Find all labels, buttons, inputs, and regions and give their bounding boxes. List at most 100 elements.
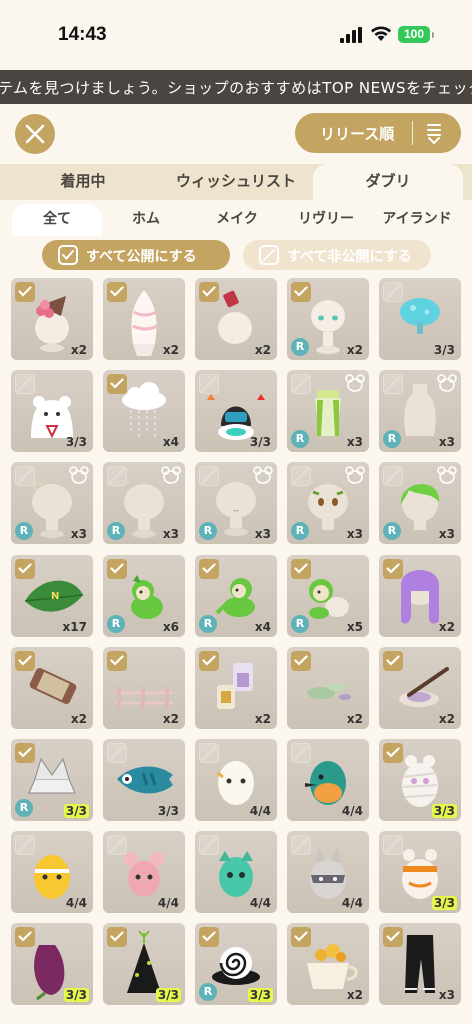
item-tile-egg-pink[interactable]: 4/4 (103, 831, 185, 913)
checkbox-checked-icon[interactable] (107, 374, 127, 394)
checkbox-checked-icon[interactable] (15, 559, 35, 579)
checkbox-empty-icon[interactable] (291, 374, 311, 394)
checkbox-empty-icon[interactable] (107, 743, 127, 763)
signal-icon (340, 27, 362, 43)
checkbox-empty-icon[interactable] (291, 466, 311, 486)
checkbox-checked-icon[interactable] (15, 282, 35, 302)
checkbox-checked-icon[interactable] (199, 927, 219, 947)
checkbox-empty-icon[interactable] (15, 374, 35, 394)
item-tile-fence[interactable]: x2 (103, 647, 185, 729)
item-tile-green-pet-3[interactable]: Rx5 (287, 555, 369, 637)
item-tile-purple-hair[interactable]: x2 (379, 555, 461, 637)
item-tile-soft-serve[interactable]: x2 (103, 278, 185, 360)
item-tile-flower-cup[interactable]: x2 (287, 923, 369, 1005)
checkbox-checked-icon[interactable] (107, 559, 127, 579)
item-tile-head-4[interactable]: Rx3 (287, 462, 369, 544)
subtab-makeup[interactable]: メイク (194, 204, 280, 236)
checkbox-empty-icon[interactable] (107, 466, 127, 486)
checkbox-checked-icon[interactable] (383, 743, 403, 763)
checkbox-empty-icon[interactable] (199, 466, 219, 486)
item-tile-egg-raccoon[interactable]: 4/4 (287, 831, 369, 913)
subtab-homu[interactable]: ホム (104, 204, 188, 236)
item-tile-green-stones[interactable]: x2 (287, 647, 369, 729)
item-tile-scroll[interactable]: x2 (11, 647, 93, 729)
checkbox-checked-icon[interactable] (383, 559, 403, 579)
item-tile-face-eyes[interactable]: Rx2 (287, 278, 369, 360)
checkbox-checked-icon[interactable] (383, 927, 403, 947)
item-tile-koinobori[interactable]: 3/3 (103, 739, 185, 821)
item-tile-kabuto[interactable]: R 3/3 (11, 739, 93, 821)
item-tile-rain-cloud[interactable]: x4 (103, 370, 185, 452)
item-tile-green-hair[interactable]: Rx3 (379, 462, 461, 544)
item-tile-egg-white[interactable]: 4/4 (195, 739, 277, 821)
publish-all-button[interactable]: すべて公開にする (42, 240, 230, 270)
checkbox-empty-icon[interactable] (107, 835, 127, 855)
item-tile-red-clip[interactable]: x2 (195, 278, 277, 360)
item-tile-egg-mummy[interactable]: 3/3 (379, 739, 461, 821)
checkbox-empty-icon[interactable] (15, 466, 35, 486)
checkbox-empty-icon[interactable] (291, 835, 311, 855)
checkbox-checked-icon[interactable] (107, 651, 127, 671)
item-tile-bear-ghost[interactable]: 3/3 (11, 370, 93, 452)
checkbox-empty-icon[interactable] (199, 835, 219, 855)
tab-wearing[interactable]: 着用中 (20, 164, 146, 200)
item-tile-green-pet-1[interactable]: Rx6 (103, 555, 185, 637)
checkbox-checked-icon[interactable] (291, 559, 311, 579)
item-tile-bottle-body[interactable]: Rx3 (379, 370, 461, 452)
item-tile-blue-mushroom[interactable]: 3/3 (379, 278, 461, 360)
rare-badge: R (199, 615, 217, 633)
category-tabs: 着用中 ウィッシュリスト ダブリ (0, 164, 472, 200)
item-tile-head-1[interactable]: Rx3 (11, 462, 93, 544)
item-tile-egg-kingfisher[interactable]: 4/4 (287, 739, 369, 821)
checkbox-empty-icon[interactable] (199, 374, 219, 394)
checkbox-empty-icon[interactable] (15, 835, 35, 855)
item-tile-egg-yellow[interactable]: 4/4 (11, 831, 93, 913)
close-button[interactable] (15, 114, 55, 154)
item-tile-spiral-hat[interactable]: R 3/3 (195, 923, 277, 1005)
item-tile-head-3[interactable]: Rx3 (195, 462, 277, 544)
item-tile-robot[interactable]: 3/3 (195, 370, 277, 452)
checkbox-checked-icon[interactable] (15, 743, 35, 763)
checkbox-empty-icon[interactable] (383, 835, 403, 855)
checkbox-empty-icon[interactable] (383, 282, 403, 302)
checkbox-checked-icon[interactable] (107, 927, 127, 947)
item-tile-paint-brush[interactable]: x2 (379, 647, 461, 729)
checkbox-empty-icon[interactable] (291, 743, 311, 763)
item-tile-bottles[interactable]: x2 (195, 647, 277, 729)
item-count: 4/4 (65, 896, 87, 910)
checkbox-checked-icon[interactable] (199, 282, 219, 302)
subtab-livly[interactable]: リヴリー (284, 204, 368, 236)
item-tile-egg-green[interactable]: 4/4 (195, 831, 277, 913)
unpublish-all-button[interactable]: すべて非公開にする (243, 240, 431, 270)
item-tile-party-hat[interactable]: 3/3 (103, 923, 185, 1005)
item-count: x3 (346, 527, 363, 541)
checkbox-empty-icon[interactable] (383, 374, 403, 394)
tab-duplicates[interactable]: ダブリ (313, 164, 463, 200)
checkbox-checked-icon[interactable] (291, 282, 311, 302)
checkbox-checked-icon[interactable] (15, 651, 35, 671)
checkbox-checked-icon[interactable] (199, 651, 219, 671)
checkbox-checked-icon[interactable] (107, 282, 127, 302)
item-tile-green-pet-2[interactable]: Rx4 (195, 555, 277, 637)
item-tile-black-pants[interactable]: x3 (379, 923, 461, 1005)
checkbox-checked-icon[interactable] (291, 927, 311, 947)
livly-icon (345, 374, 365, 392)
item-tile-leaf[interactable]: Nx17 (11, 555, 93, 637)
item-tile-egg-orange[interactable]: 3/3 (379, 831, 461, 913)
item-tile-cake-hat[interactable]: x2 (11, 278, 93, 360)
checkbox-empty-icon[interactable] (383, 466, 403, 486)
subtab-all[interactable]: 全て (12, 204, 102, 236)
subtab-island[interactable]: アイランド (372, 204, 462, 236)
tab-wishlist[interactable]: ウィッシュリスト (156, 164, 316, 200)
item-tile-head-2[interactable]: Rx3 (103, 462, 185, 544)
news-ticker[interactable]: テムを見つけましょう。ショップのおすすめはTOP NEWSをチェック！ (0, 70, 472, 104)
item-tile-green-outfit[interactable]: Rx3 (287, 370, 369, 452)
item-count: 4/4 (341, 896, 363, 910)
checkbox-checked-icon[interactable] (15, 927, 35, 947)
checkbox-checked-icon[interactable] (383, 651, 403, 671)
item-tile-sweet-potato[interactable]: 3/3 (11, 923, 93, 1005)
checkbox-empty-icon[interactable] (199, 743, 219, 763)
sort-button[interactable]: リリース順 (295, 113, 461, 153)
checkbox-checked-icon[interactable] (199, 559, 219, 579)
checkbox-checked-icon[interactable] (291, 651, 311, 671)
